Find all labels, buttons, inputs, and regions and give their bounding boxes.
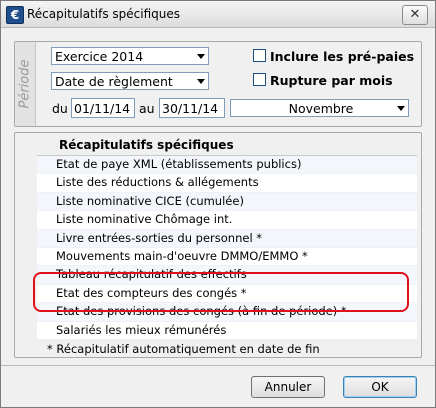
dialog-window: € Récapitulatifs spécifiques ✕ Période E… [0, 0, 436, 408]
chevron-down-icon [197, 54, 205, 59]
list-footnote: * Récapitulatif automatiquement en date … [47, 342, 320, 356]
recap-list-header: Récapitulatifs spécifiques [59, 138, 234, 152]
periode-side-label: Période [15, 42, 36, 126]
list-item[interactable]: Tableau récapitulatif des effectifs [37, 266, 417, 285]
checkbox-icon [253, 73, 266, 86]
list-item[interactable]: Mouvements main-d'oeuvre DMMO/EMMO * [37, 247, 417, 267]
periode-group: Période Exercice 2014 Date de règlement … [14, 41, 422, 127]
date-mode-select[interactable]: Date de règlement [51, 72, 209, 90]
rupture-mois-checkbox[interactable]: Rupture par mois [253, 73, 393, 88]
button-separator [1, 365, 435, 366]
rupture-mois-label: Rupture par mois [270, 73, 393, 88]
close-button[interactable]: ✕ [402, 5, 428, 25]
recap-list: Etat de paye XML (établissements publics… [37, 155, 417, 340]
inclure-prepaies-checkbox[interactable]: Inclure les pré-paies [253, 49, 414, 64]
title-bar[interactable]: € Récapitulatifs spécifiques ✕ [1, 1, 435, 28]
au-label: au [139, 101, 155, 116]
date-mode-value: Date de règlement [55, 74, 173, 89]
list-item[interactable]: Etat de paye XML (établissements publics… [37, 156, 417, 175]
list-item[interactable]: Etat des provisions des congés (à fin de… [37, 303, 417, 322]
list-item[interactable]: Livre entrées-sorties du personnel * [37, 229, 417, 248]
du-label: du [52, 101, 68, 116]
ok-button[interactable]: OK [343, 376, 417, 398]
checkbox-icon [253, 49, 266, 62]
list-item[interactable]: Salariés les mieux rémunérés [37, 321, 417, 340]
list-item[interactable]: Etat des compteurs des congés * [37, 284, 417, 304]
app-euro-icon: € [6, 6, 24, 24]
exercice-value: Exercice 2014 [55, 49, 144, 64]
chevron-down-icon [397, 106, 405, 111]
recap-list-group: Récapitulatifs spécifiques Etat de paye … [14, 132, 422, 358]
date-start-field[interactable]: 01/11/14 [71, 98, 135, 118]
month-select[interactable]: Novembre [230, 99, 409, 117]
cancel-button[interactable]: Annuler [251, 376, 325, 398]
date-end-field[interactable]: 30/11/14 [159, 98, 225, 118]
periode-label-text: Période [17, 59, 33, 109]
inclure-prepaies-label: Inclure les pré-paies [270, 49, 415, 64]
month-value: Novembre [288, 101, 354, 116]
exercice-select[interactable]: Exercice 2014 [51, 47, 209, 65]
list-item[interactable]: Liste nominative Chômage int. [37, 211, 417, 230]
list-item[interactable]: Liste des réductions & allégements [37, 174, 417, 193]
list-item[interactable]: Liste nominative CICE (cumulée) [37, 192, 417, 212]
window-title: Récapitulatifs spécifiques [27, 7, 181, 21]
chevron-down-icon [197, 79, 205, 84]
dialog-client: Période Exercice 2014 Date de règlement … [1, 28, 435, 407]
